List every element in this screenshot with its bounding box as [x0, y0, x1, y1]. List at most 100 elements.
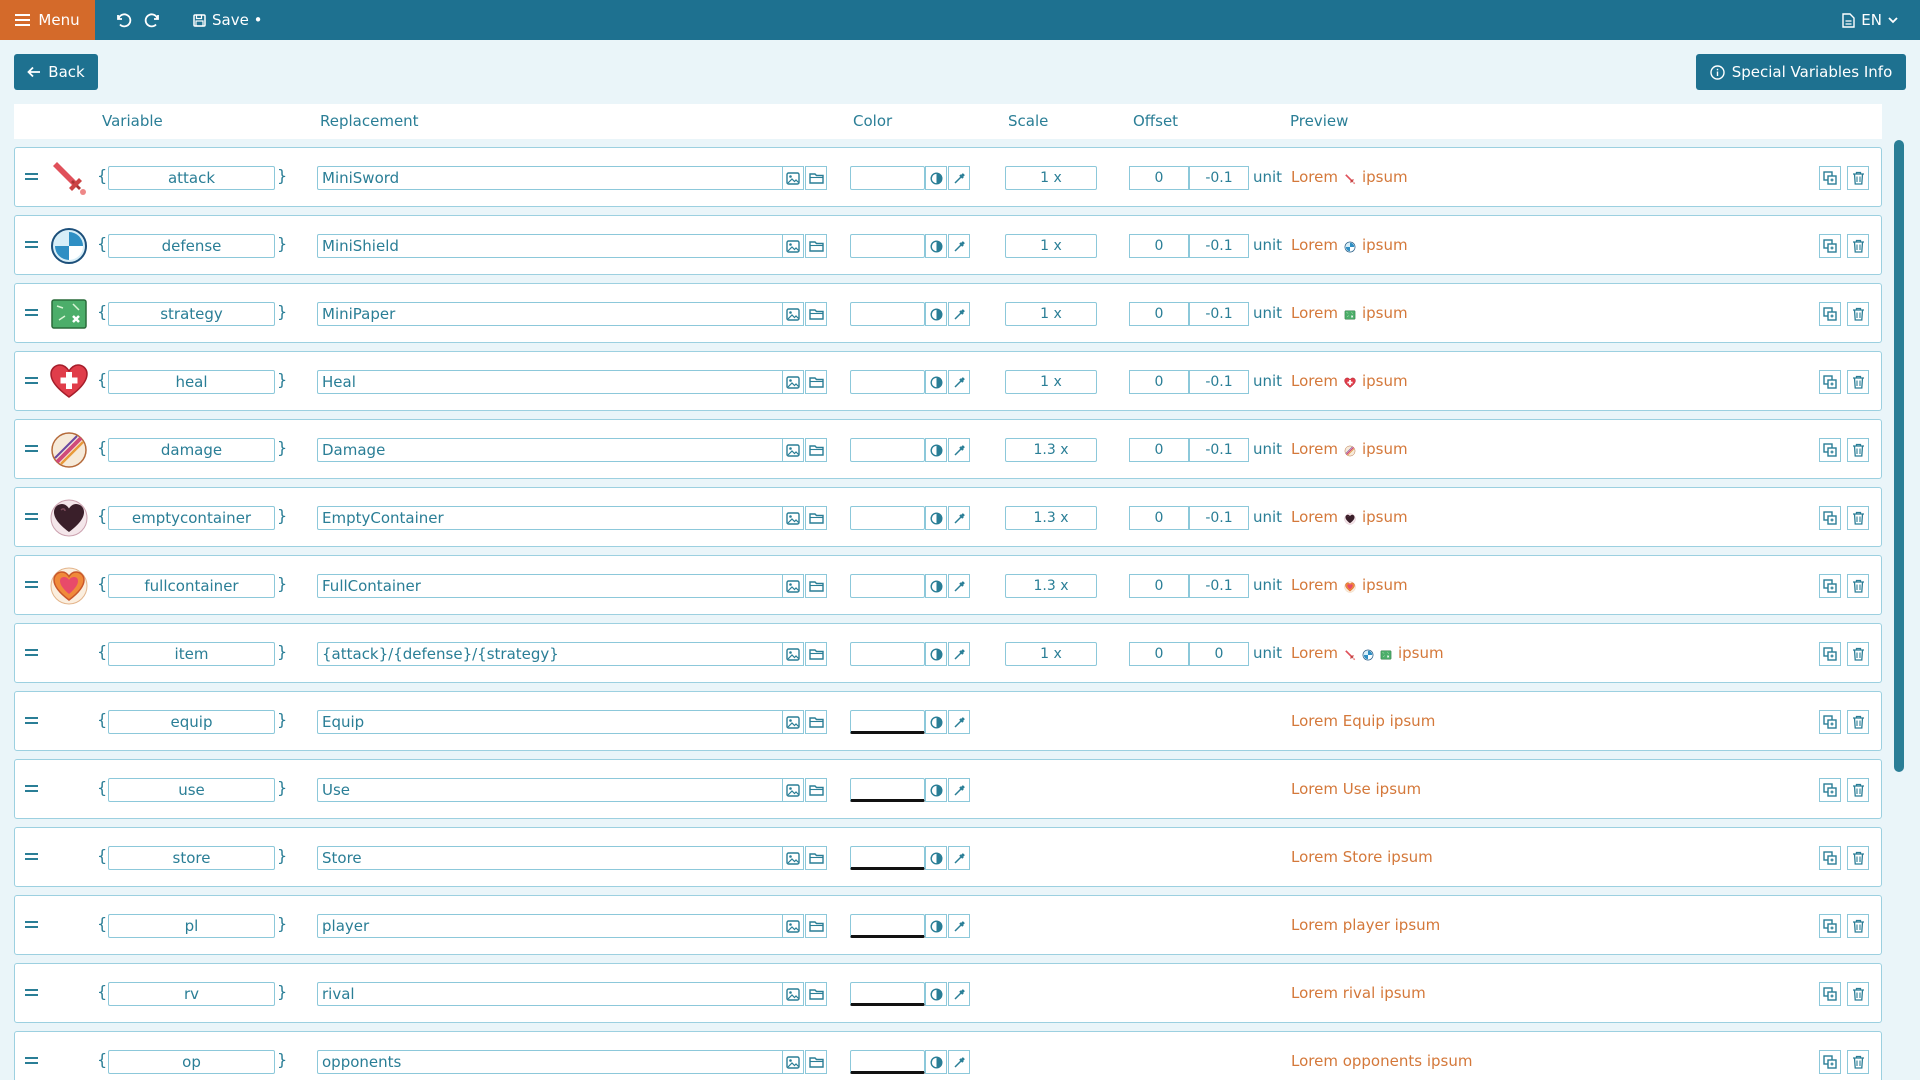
contrast-button[interactable] [925, 914, 947, 938]
replacement-input[interactable]: Damage [317, 438, 784, 462]
folder-button[interactable] [805, 778, 827, 802]
eyedropper-button[interactable] [948, 166, 970, 190]
replacement-input[interactable]: MiniPaper [317, 302, 784, 326]
delete-button[interactable] [1847, 370, 1869, 394]
variable-name-input[interactable]: pl [108, 914, 275, 938]
duplicate-button[interactable] [1819, 370, 1841, 394]
variable-name-input[interactable]: defense [108, 234, 275, 258]
offset-y-input[interactable]: -0.1 [1189, 166, 1249, 190]
drag-handle-icon[interactable] [25, 442, 39, 456]
image-picker-button[interactable] [782, 710, 804, 734]
variable-name-input[interactable]: item [108, 642, 275, 666]
variable-name-input[interactable]: fullcontainer [108, 574, 275, 598]
contrast-button[interactable] [925, 166, 947, 190]
color-input[interactable] [850, 982, 925, 1006]
offset-y-input[interactable]: -0.1 [1189, 574, 1249, 598]
image-picker-button[interactable] [782, 166, 804, 190]
image-picker-button[interactable] [782, 914, 804, 938]
variable-name-input[interactable]: store [108, 846, 275, 870]
contrast-button[interactable] [925, 710, 947, 734]
eyedropper-button[interactable] [948, 982, 970, 1006]
variable-name-input[interactable]: rv [108, 982, 275, 1006]
image-picker-button[interactable] [782, 642, 804, 666]
delete-button[interactable] [1847, 438, 1869, 462]
delete-button[interactable] [1847, 302, 1869, 326]
language-selector[interactable]: EN [1842, 0, 1898, 40]
back-button[interactable]: Back [14, 54, 98, 90]
image-picker-button[interactable] [782, 1050, 804, 1074]
variable-name-input[interactable]: damage [108, 438, 275, 462]
color-input[interactable] [850, 166, 925, 190]
variable-name-input[interactable]: attack [108, 166, 275, 190]
delete-button[interactable] [1847, 914, 1869, 938]
duplicate-button[interactable] [1819, 438, 1841, 462]
drag-handle-icon[interactable] [25, 714, 39, 728]
scale-input[interactable]: 1 x [1005, 370, 1097, 394]
color-input[interactable] [850, 234, 925, 258]
eyedropper-button[interactable] [948, 574, 970, 598]
offset-y-input[interactable]: -0.1 [1189, 302, 1249, 326]
scale-input[interactable]: 1.3 x [1005, 438, 1097, 462]
folder-button[interactable] [805, 846, 827, 870]
drag-handle-icon[interactable] [25, 782, 39, 796]
replacement-input[interactable]: FullContainer [317, 574, 784, 598]
image-picker-button[interactable] [782, 574, 804, 598]
offset-x-input[interactable]: 0 [1129, 370, 1189, 394]
color-input[interactable] [850, 710, 925, 734]
color-input[interactable] [850, 302, 925, 326]
duplicate-button[interactable] [1819, 642, 1841, 666]
eyedropper-button[interactable] [948, 302, 970, 326]
drag-handle-icon[interactable] [25, 170, 39, 184]
folder-button[interactable] [805, 982, 827, 1006]
variable-name-input[interactable]: op [108, 1050, 275, 1074]
scrollbar[interactable] [1894, 140, 1904, 772]
duplicate-button[interactable] [1819, 778, 1841, 802]
duplicate-button[interactable] [1819, 710, 1841, 734]
special-variables-info-button[interactable]: Special Variables Info [1696, 54, 1906, 90]
color-input[interactable] [850, 642, 925, 666]
folder-button[interactable] [805, 710, 827, 734]
contrast-button[interactable] [925, 302, 947, 326]
folder-button[interactable] [805, 574, 827, 598]
drag-handle-icon[interactable] [25, 374, 39, 388]
replacement-input[interactable]: Heal [317, 370, 784, 394]
replacement-input[interactable]: Equip [317, 710, 784, 734]
eyedropper-button[interactable] [948, 370, 970, 394]
contrast-button[interactable] [925, 234, 947, 258]
undo-icon[interactable] [113, 10, 133, 30]
offset-x-input[interactable]: 0 [1129, 642, 1189, 666]
folder-button[interactable] [805, 438, 827, 462]
offset-y-input[interactable]: 0 [1189, 642, 1249, 666]
folder-button[interactable] [805, 506, 827, 530]
offset-x-input[interactable]: 0 [1129, 438, 1189, 462]
drag-handle-icon[interactable] [25, 578, 39, 592]
eyedropper-button[interactable] [948, 846, 970, 870]
replacement-input[interactable]: Store [317, 846, 784, 870]
redo-icon[interactable] [143, 10, 163, 30]
variable-name-input[interactable]: emptycontainer [108, 506, 275, 530]
drag-handle-icon[interactable] [25, 306, 39, 320]
contrast-button[interactable] [925, 982, 947, 1006]
color-input[interactable] [850, 1050, 925, 1074]
delete-button[interactable] [1847, 778, 1869, 802]
eyedropper-button[interactable] [948, 642, 970, 666]
replacement-input[interactable]: opponents [317, 1050, 784, 1074]
scale-input[interactable]: 1.3 x [1005, 574, 1097, 598]
offset-x-input[interactable]: 0 [1129, 302, 1189, 326]
folder-button[interactable] [805, 302, 827, 326]
variable-name-input[interactable]: use [108, 778, 275, 802]
menu-button[interactable]: Menu [0, 0, 95, 40]
folder-button[interactable] [805, 914, 827, 938]
drag-handle-icon[interactable] [25, 918, 39, 932]
contrast-button[interactable] [925, 438, 947, 462]
contrast-button[interactable] [925, 642, 947, 666]
scale-input[interactable]: 1.3 x [1005, 506, 1097, 530]
offset-y-input[interactable]: -0.1 [1189, 370, 1249, 394]
eyedropper-button[interactable] [948, 710, 970, 734]
duplicate-button[interactable] [1819, 846, 1841, 870]
drag-handle-icon[interactable] [25, 850, 39, 864]
color-input[interactable] [850, 574, 925, 598]
replacement-input[interactable]: Use [317, 778, 784, 802]
replacement-input[interactable]: {attack}/{defense}/{strategy} [317, 642, 784, 666]
contrast-button[interactable] [925, 506, 947, 530]
